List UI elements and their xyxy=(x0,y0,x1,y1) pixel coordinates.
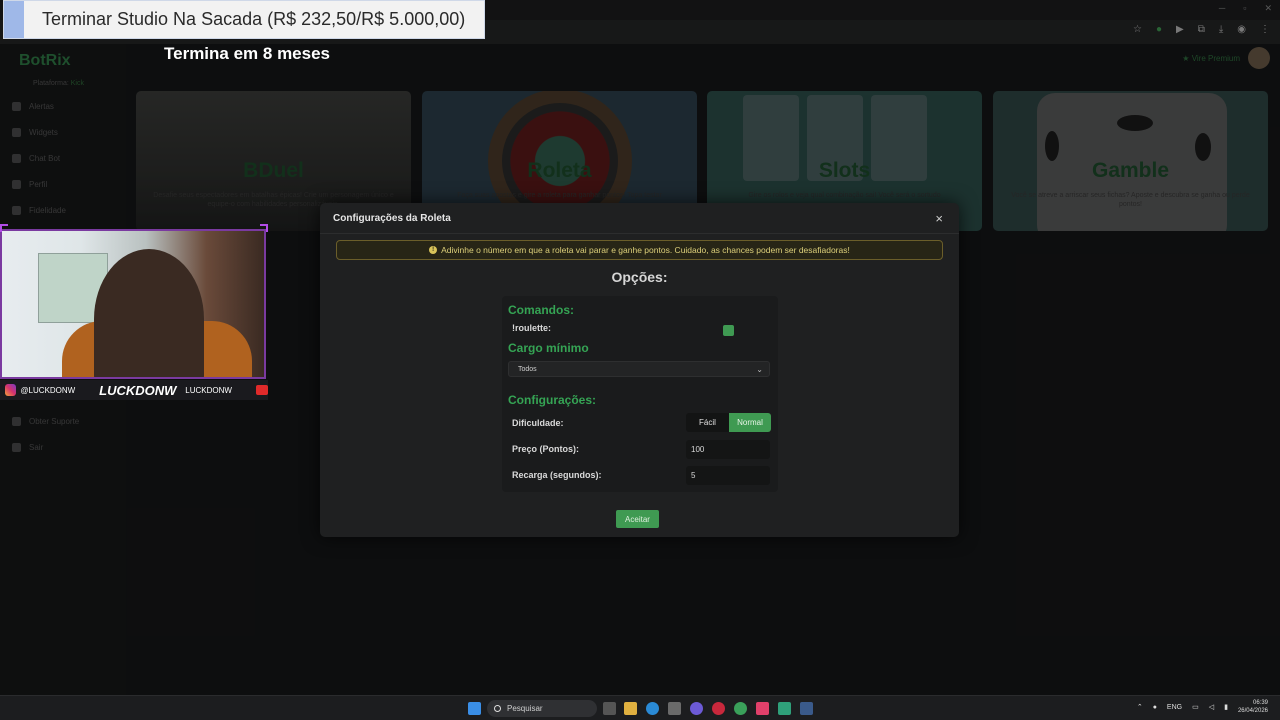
settings-heading: Configurações: xyxy=(508,393,597,407)
command-name: !roulette: xyxy=(512,323,551,333)
system-tray: ⌃ ● ENG ▭ ◁ ▮ 06:39 26/04/2026 xyxy=(1137,699,1268,715)
divider xyxy=(320,233,959,234)
windows-start-icon[interactable] xyxy=(468,702,481,715)
commands-heading: Comandos: xyxy=(508,303,574,317)
opera-icon[interactable] xyxy=(712,702,725,715)
min-role-select[interactable]: Todos ⌄ xyxy=(508,361,770,377)
alert-text: Adivinhe o número em que a roleta vai pa… xyxy=(441,245,850,255)
difficulty-easy-button[interactable]: Fácil xyxy=(686,413,729,432)
chevron-up-icon[interactable]: ⌃ xyxy=(1137,703,1143,711)
goal-banner: Terminar Studio Na Sacada (R$ 232,50/R$ … xyxy=(4,1,484,38)
volume-icon[interactable]: ◁ xyxy=(1209,703,1214,711)
youtube-icon xyxy=(255,385,268,395)
info-alert: ! Adivinhe o número em que a roleta vai … xyxy=(336,240,943,260)
difficulty-label: Dificuldade: xyxy=(512,418,564,428)
social-bar: @LUCKDONW LUCKDONW LUCKDONW xyxy=(0,380,268,400)
cooldown-input[interactable]: 5 xyxy=(686,466,770,485)
file-explorer-icon[interactable] xyxy=(624,702,637,715)
price-label: Preço (Pontos): xyxy=(512,444,580,454)
command-toggle-checkbox[interactable] xyxy=(723,325,734,336)
frame-corner xyxy=(0,224,8,232)
youtube-handle: LUCKDONW xyxy=(185,385,232,395)
edge-icon[interactable] xyxy=(646,702,659,715)
min-role-heading: Cargo mínimo xyxy=(508,341,589,355)
difficulty-normal-button[interactable]: Normal xyxy=(729,413,771,432)
cooldown-label: Recarga (segundos): xyxy=(512,470,602,480)
info-icon: ! xyxy=(429,246,438,254)
accept-button[interactable]: Aceitar xyxy=(616,510,659,528)
frame-corner xyxy=(260,224,268,232)
battery-icon[interactable]: ▮ xyxy=(1224,703,1228,711)
store-icon[interactable] xyxy=(668,702,681,715)
chrome-icon[interactable] xyxy=(734,702,747,715)
mic-icon[interactable]: ● xyxy=(1153,704,1157,711)
language-indicator[interactable]: ENG xyxy=(1167,704,1182,711)
taskbar: Pesquisar ⌃ ● ENG ▭ ◁ ▮ 06:39 26/04/2026 xyxy=(0,695,1280,720)
webcam-feed xyxy=(0,229,266,379)
options-heading: Opções: xyxy=(611,269,668,285)
instagram-icon xyxy=(5,384,17,396)
modal-title: Configurações da Roleta xyxy=(333,213,451,224)
sub-timer: Termina em 8 meses xyxy=(164,44,330,63)
streamer-head xyxy=(94,249,204,377)
options-panel: Comandos: !roulette: Cargo mínimo Todos … xyxy=(502,296,778,492)
music-icon[interactable] xyxy=(756,702,769,715)
task-view-icon[interactable] xyxy=(603,702,616,715)
close-icon[interactable]: × xyxy=(935,211,943,226)
network-icon[interactable]: ▭ xyxy=(1192,703,1199,711)
roulette-settings-modal: Configurações da Roleta × ! Adivinhe o n… xyxy=(320,203,959,537)
discord-icon[interactable] xyxy=(690,702,703,715)
app-icon[interactable] xyxy=(778,702,791,715)
search-icon xyxy=(494,705,501,712)
clock[interactable]: 06:39 26/04/2026 xyxy=(1238,699,1268,715)
streamer-name: LUCKDONW xyxy=(99,382,177,398)
webcam-overlay: @LUCKDONW LUCKDONW LUCKDONW xyxy=(0,224,268,402)
difficulty-toggle: Fácil Normal xyxy=(686,413,771,432)
steam-icon[interactable] xyxy=(800,702,813,715)
price-input[interactable]: 100 xyxy=(686,440,770,459)
instagram-handle: @LUCKDONW xyxy=(20,385,76,395)
taskbar-search[interactable]: Pesquisar xyxy=(487,700,597,717)
chevron-down-icon: ⌄ xyxy=(756,364,763,374)
